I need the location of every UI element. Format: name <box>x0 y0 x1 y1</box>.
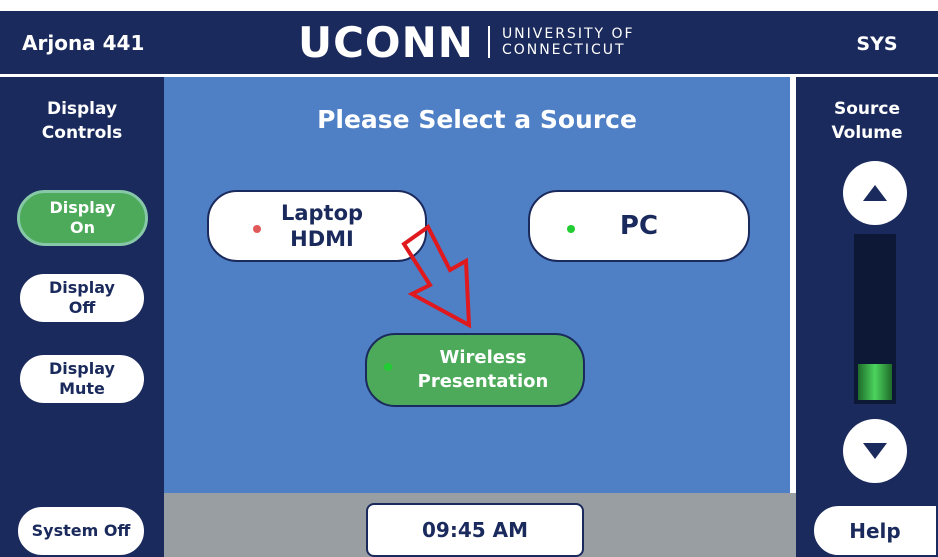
triangle-down-icon <box>863 443 887 459</box>
uconn-logo: UCONN UNIVERSITY OF CONNECTICUT <box>298 15 635 69</box>
source-laptop-label-line2: HDMI <box>290 227 354 251</box>
display-off-button[interactable]: Display Off <box>18 272 146 324</box>
system-off-button[interactable]: System Off <box>16 505 146 557</box>
source-volume-title-line1: Source <box>833 99 901 119</box>
source-volume-title: Source Volume <box>796 97 938 145</box>
volume-down-button[interactable] <box>843 419 907 483</box>
logo-wordmark: UCONN <box>298 17 474 67</box>
display-mute-button[interactable]: Display Mute <box>18 353 146 405</box>
display-on-button[interactable]: Display On <box>17 190 148 246</box>
pc-status-dot-icon <box>567 225 575 233</box>
page-title: Please Select a Source <box>317 105 637 134</box>
display-controls-title-line2: Controls <box>41 123 123 143</box>
logo-subtitle-line1: UNIVERSITY OF <box>501 26 635 42</box>
clock-display: 09:45 AM <box>366 503 584 557</box>
display-on-label-line2: On <box>70 218 95 237</box>
header-bar: Arjona 441 UCONN UNIVERSITY OF CONNECTIC… <box>0 11 938 74</box>
display-mute-label-line2: Mute <box>59 379 105 398</box>
source-pc-label: PC <box>619 211 659 241</box>
logo-subtitle-line2: CONNECTICUT <box>501 42 626 58</box>
display-on-label-line1: Display <box>49 198 116 217</box>
help-button[interactable]: Help <box>812 504 938 557</box>
source-laptop-label-line1: Laptop <box>280 201 364 225</box>
source-pc-button[interactable]: PC <box>528 190 750 262</box>
triangle-up-icon <box>863 185 887 201</box>
volume-meter <box>854 234 896 404</box>
display-controls-title: Display Controls <box>0 97 164 145</box>
logo-subtitle: UNIVERSITY OF CONNECTICUT <box>502 26 635 58</box>
display-off-label-line2: Off <box>68 298 96 317</box>
source-volume-title-line2: Volume <box>831 123 903 143</box>
source-wireless-label-line2: Presentation <box>417 371 549 392</box>
room-name: Arjona 441 <box>22 31 145 55</box>
sys-button[interactable]: SYS <box>842 29 912 59</box>
volume-up-button[interactable] <box>843 161 907 225</box>
display-controls-title-line1: Display <box>46 99 118 119</box>
red-arrow-icon <box>401 224 472 329</box>
source-wireless-label-line1: Wireless <box>439 347 527 368</box>
display-mute-label-line1: Display <box>49 359 115 378</box>
volume-meter-fill <box>858 364 892 400</box>
laptop-status-dot-icon <box>253 225 261 233</box>
wireless-status-dot-icon <box>384 363 392 371</box>
display-off-label-line1: Display <box>49 278 115 297</box>
logo-divider <box>487 26 490 58</box>
source-wireless-presentation-button[interactable]: Wireless Presentation <box>365 333 585 407</box>
